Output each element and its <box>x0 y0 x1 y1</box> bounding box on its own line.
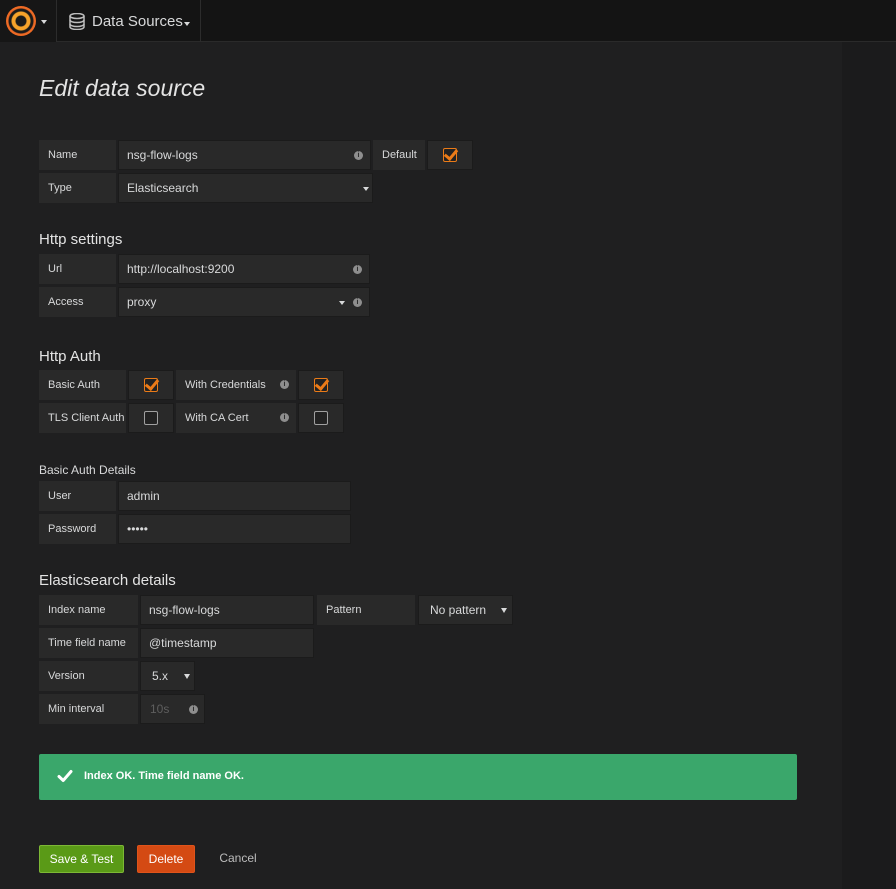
pattern-label: Pattern <box>317 595 415 625</box>
basic-auth-label: Basic Auth <box>39 370 126 400</box>
type-select[interactable]: Elasticsearch <box>118 173 373 203</box>
user-label: User <box>39 481 116 511</box>
with-credentials-checkbox[interactable] <box>298 370 344 400</box>
grafana-menu-button[interactable] <box>0 0 57 42</box>
chevron-down-icon <box>41 20 47 24</box>
info-icon[interactable]: i <box>353 265 362 274</box>
url-input-value: http://localhost:9200 <box>127 262 235 276</box>
time-field-name-label: Time field name <box>39 628 138 658</box>
http-settings-title: Http settings <box>39 231 123 248</box>
min-interval-input[interactable]: 10s i <box>140 694 205 724</box>
checkbox-unchecked-icon <box>314 411 328 425</box>
pattern-select-value: No pattern <box>430 603 487 617</box>
checkbox-unchecked-icon <box>144 411 158 425</box>
min-interval-label: Min interval <box>39 694 138 724</box>
chevron-down-icon <box>363 187 369 191</box>
default-label: Default <box>373 140 425 170</box>
min-interval-placeholder: 10s <box>150 702 170 716</box>
time-field-name-input[interactable]: @timestamp <box>140 628 314 658</box>
user-input-value: admin <box>127 489 160 503</box>
version-select-value: 5.x <box>152 669 169 683</box>
with-credentials-text: With Credentials <box>185 379 266 391</box>
password-input[interactable]: ••••• <box>118 514 351 544</box>
chevron-down-icon <box>339 301 345 305</box>
type-label: Type <box>39 173 116 203</box>
pattern-select[interactable]: No pattern <box>418 595 513 625</box>
version-label: Version <box>39 661 138 691</box>
chevron-down-icon <box>501 608 507 613</box>
info-icon[interactable]: i <box>280 380 289 389</box>
name-input-value: nsg-flow-logs <box>127 148 198 162</box>
alert-message: Index OK. Time field name OK. <box>84 770 244 782</box>
with-credentials-label: With Credentials i <box>176 370 296 400</box>
chevron-down-icon <box>184 22 190 26</box>
data-sources-label: Data Sources <box>92 13 183 30</box>
page-title: Edit data source <box>39 75 206 101</box>
default-checkbox[interactable] <box>427 140 473 170</box>
with-ca-cert-text: With CA Cert <box>185 412 249 424</box>
user-input[interactable]: admin <box>118 481 351 511</box>
info-icon[interactable]: i <box>189 705 198 714</box>
basic-auth-checkbox[interactable] <box>128 370 174 400</box>
data-sources-menu-button[interactable]: Data Sources <box>57 0 201 42</box>
checkbox-checked-icon <box>314 378 328 392</box>
elasticsearch-details-title: Elasticsearch details <box>39 572 176 589</box>
access-select-value: proxy <box>127 295 157 309</box>
test-success-alert: Index OK. Time field name OK. <box>39 754 797 800</box>
access-select[interactable]: proxy i <box>118 287 370 317</box>
checkbox-checked-icon <box>144 378 158 392</box>
type-select-value: Elasticsearch <box>127 181 199 195</box>
basic-auth-details-title: Basic Auth Details <box>39 463 136 477</box>
name-input[interactable]: nsg-flow-logs i <box>118 140 371 170</box>
right-edge <box>842 42 896 889</box>
info-icon[interactable]: i <box>353 298 362 307</box>
url-input[interactable]: http://localhost:9200 i <box>118 254 370 284</box>
cancel-link[interactable]: Cancel <box>212 845 264 873</box>
tls-client-auth-checkbox[interactable] <box>128 403 174 433</box>
index-name-input-value: nsg-flow-logs <box>149 603 220 617</box>
delete-button[interactable]: Delete <box>137 845 195 873</box>
check-icon <box>57 770 73 782</box>
version-select[interactable]: 5.x <box>140 661 195 691</box>
chevron-down-icon <box>184 674 190 679</box>
index-name-label: Index name <box>39 595 138 625</box>
checkbox-checked-icon <box>443 148 457 162</box>
http-auth-title: Http Auth <box>39 348 101 365</box>
access-label: Access <box>39 287 116 317</box>
name-label: Name <box>39 140 116 170</box>
time-field-name-input-value: @timestamp <box>149 636 217 650</box>
save-test-button[interactable]: Save & Test <box>39 845 124 873</box>
password-input-value: ••••• <box>127 522 149 536</box>
url-label: Url <box>39 254 116 284</box>
index-name-input[interactable]: nsg-flow-logs <box>140 595 314 625</box>
top-navbar: Data Sources <box>0 0 896 42</box>
with-ca-cert-label: With CA Cert i <box>176 403 296 433</box>
info-icon[interactable]: i <box>354 151 363 160</box>
database-icon <box>69 13 85 30</box>
password-label: Password <box>39 514 116 544</box>
with-ca-cert-checkbox[interactable] <box>298 403 344 433</box>
grafana-logo-icon <box>6 6 36 36</box>
info-icon[interactable]: i <box>280 413 289 422</box>
tls-client-auth-label: TLS Client Auth <box>39 403 126 433</box>
